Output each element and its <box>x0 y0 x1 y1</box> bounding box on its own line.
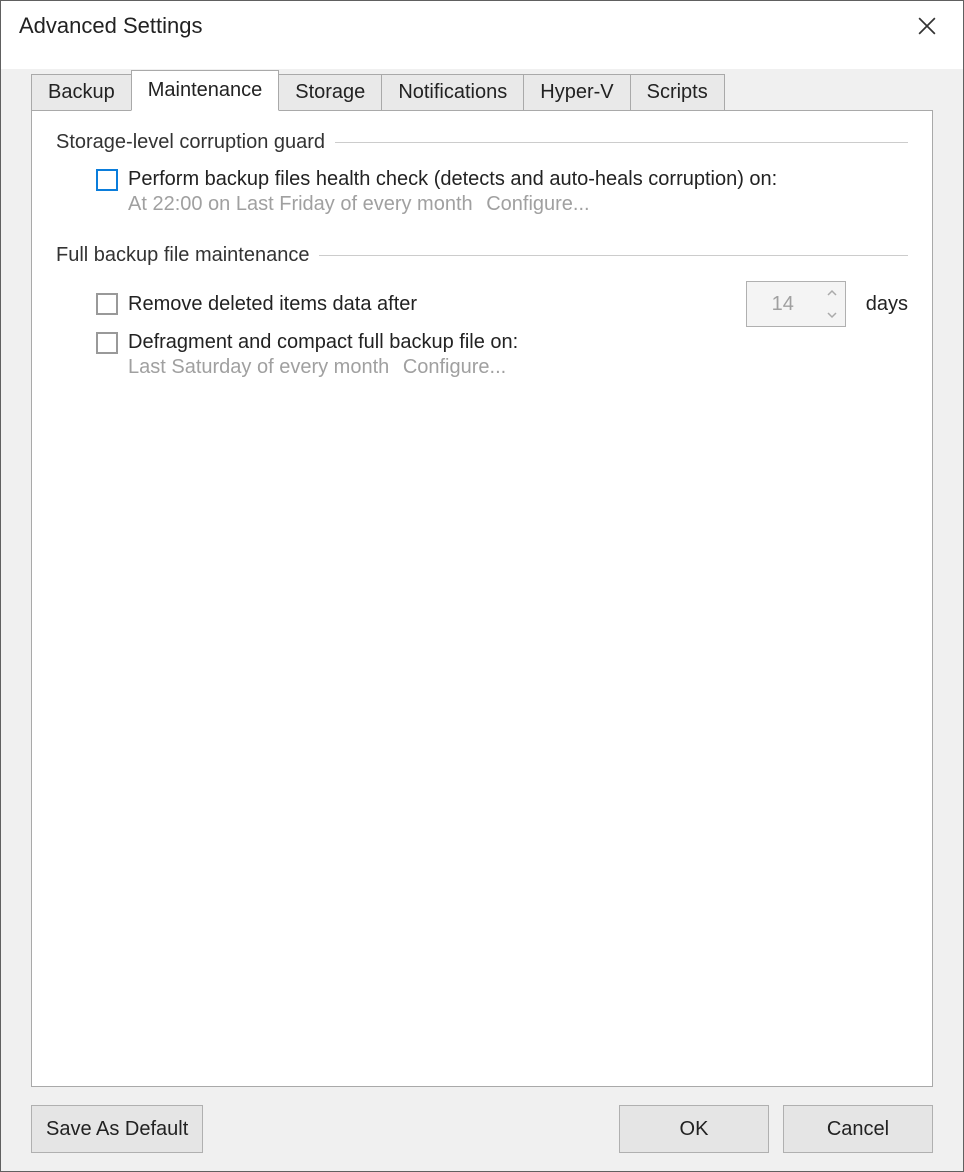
chevron-up-icon <box>827 289 837 297</box>
health-check-row: Perform backup files health check (detec… <box>56 166 908 193</box>
remove-deleted-label: Remove deleted items data after <box>128 293 736 316</box>
advanced-settings-dialog: Advanced Settings Backup Maintenance Sto… <box>0 0 964 1172</box>
defrag-row: Defragment and compact full backup file … <box>56 329 908 356</box>
group-header: Full backup file maintenance <box>56 244 908 267</box>
spinner-value: 14 <box>747 293 819 316</box>
divider <box>335 142 908 143</box>
dialog-footer: Save As Default OK Cancel <box>31 1087 933 1153</box>
remove-deleted-row: Remove deleted items data after 14 d <box>56 279 908 329</box>
days-spinner[interactable]: 14 <box>746 281 846 327</box>
defrag-checkbox[interactable] <box>96 332 118 354</box>
tab-panel-maintenance: Storage-level corruption guard Perform b… <box>31 110 933 1087</box>
health-check-checkbox[interactable] <box>96 169 118 191</box>
configure-link[interactable]: Configure... <box>486 193 589 215</box>
close-button[interactable] <box>907 11 947 41</box>
group-header: Storage-level corruption guard <box>56 131 908 154</box>
tab-hyperv[interactable]: Hyper-V <box>523 74 630 111</box>
remove-deleted-checkbox[interactable] <box>96 293 118 315</box>
tab-backup[interactable]: Backup <box>31 74 132 111</box>
schedule-value: Last Saturday of every month <box>128 356 389 378</box>
close-icon <box>918 17 936 35</box>
chevron-down-icon <box>827 311 837 319</box>
defrag-label: Defragment and compact full backup file … <box>128 331 908 354</box>
tab-storage[interactable]: Storage <box>278 74 382 111</box>
tab-bar: Backup Maintenance Storage Notifications… <box>31 69 933 110</box>
configure-link[interactable]: Configure... <box>403 356 506 378</box>
spinner-buttons <box>819 282 845 326</box>
health-check-label: Perform backup files health check (detec… <box>128 168 908 191</box>
tab-scripts[interactable]: Scripts <box>630 74 725 111</box>
titlebar: Advanced Settings <box>1 1 963 69</box>
group-full-backup: Full backup file maintenance Remove dele… <box>56 244 908 389</box>
dialog-content: Backup Maintenance Storage Notifications… <box>1 69 963 1171</box>
group-corruption-guard: Storage-level corruption guard Perform b… <box>56 131 908 226</box>
tab-maintenance[interactable]: Maintenance <box>131 70 280 111</box>
spinner-down-button[interactable] <box>819 304 845 326</box>
tab-notifications[interactable]: Notifications <box>381 74 524 111</box>
days-unit: days <box>866 293 908 316</box>
schedule-value: At 22:00 on Last Friday of every month <box>128 193 473 215</box>
defrag-schedule: Last Saturday of every month Configure..… <box>56 356 908 389</box>
dialog-title: Advanced Settings <box>19 13 202 39</box>
ok-button[interactable]: OK <box>619 1105 769 1153</box>
group-title: Storage-level corruption guard <box>56 131 325 154</box>
health-check-schedule: At 22:00 on Last Friday of every month C… <box>56 193 908 226</box>
divider <box>319 255 908 256</box>
cancel-button[interactable]: Cancel <box>783 1105 933 1153</box>
spinner-up-button[interactable] <box>819 282 845 304</box>
group-title: Full backup file maintenance <box>56 244 309 267</box>
save-as-default-button[interactable]: Save As Default <box>31 1105 203 1153</box>
